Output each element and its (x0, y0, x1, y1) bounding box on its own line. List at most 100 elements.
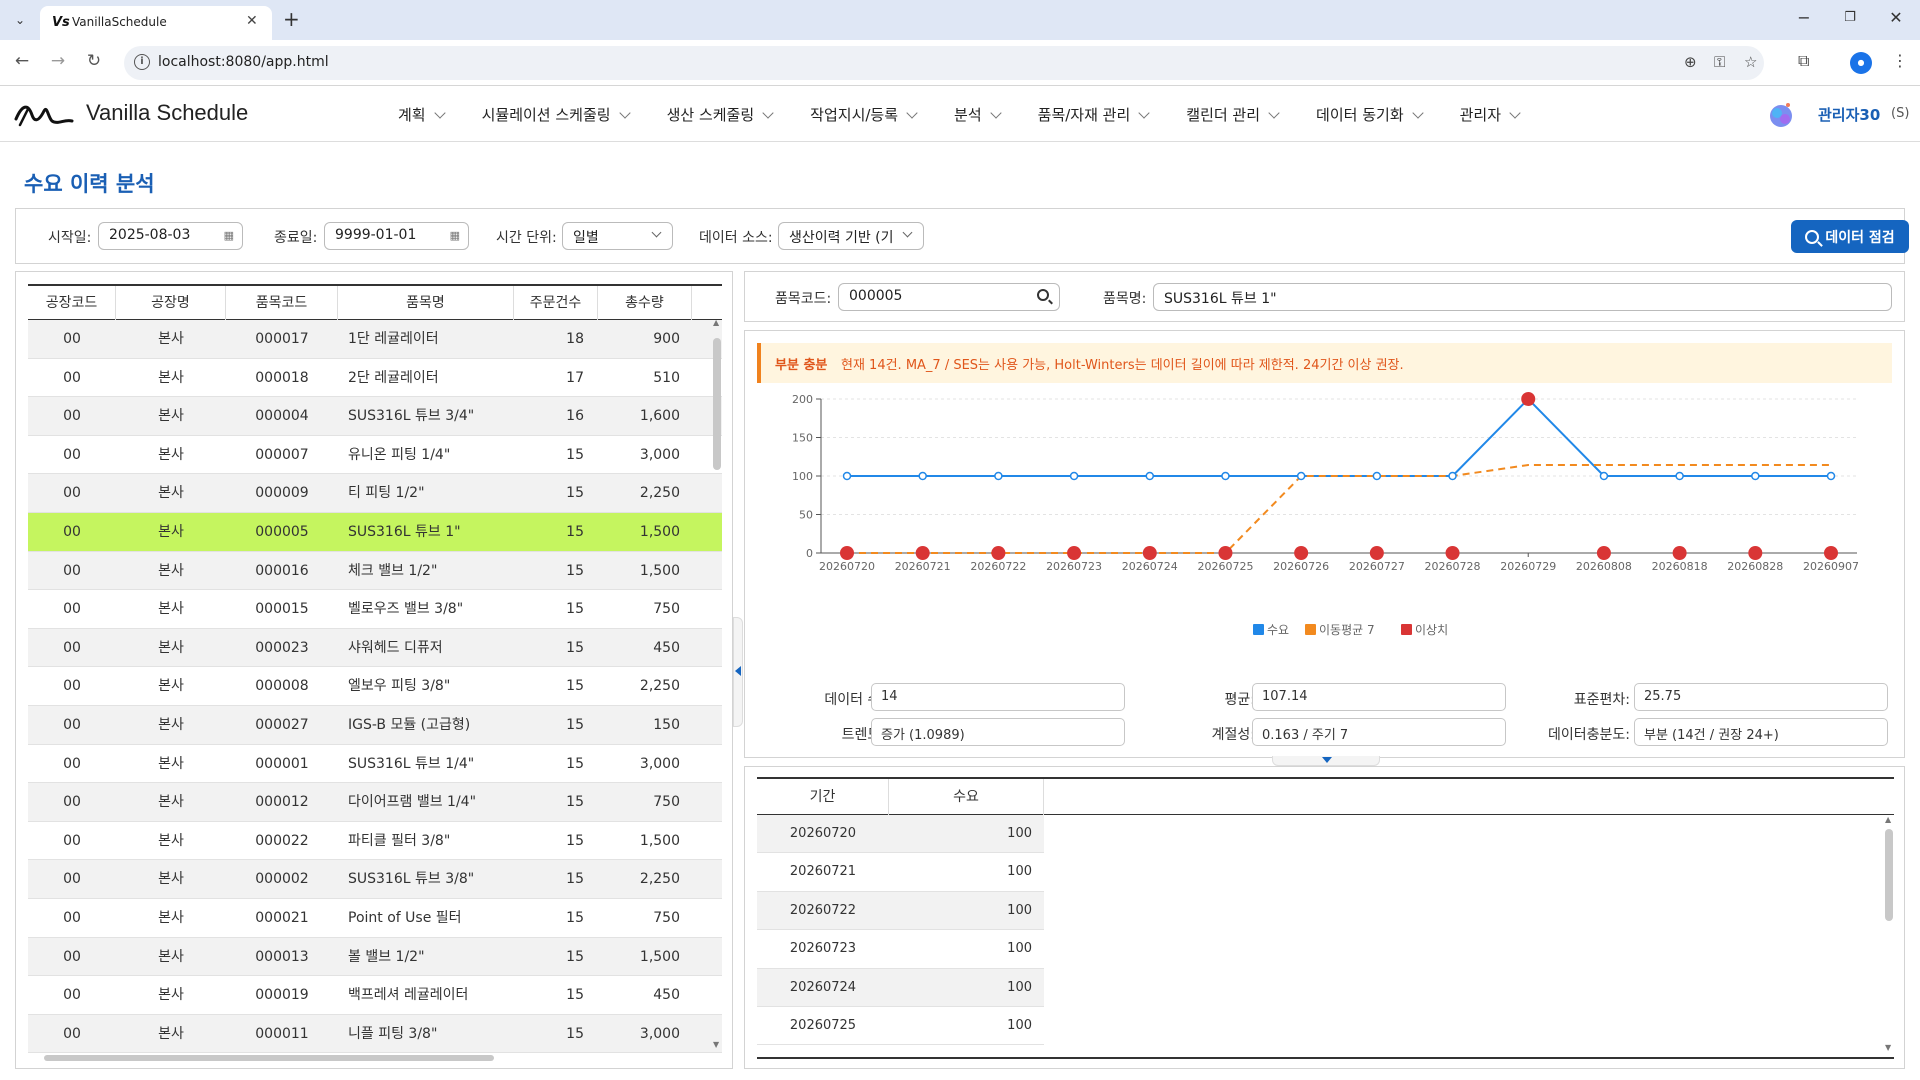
restore-icon[interactable]: ❐ (1838, 10, 1862, 25)
column-plant-code[interactable]: 공장코드 (28, 286, 116, 320)
scrollbar-thumb[interactable] (713, 338, 721, 470)
end-date-input[interactable]: 9999-01-01 ▦ (324, 222, 469, 250)
scroll-down-icon[interactable]: ▼ (713, 1040, 719, 1049)
column-item-code[interactable]: 품목코드 (226, 286, 338, 320)
start-date-input[interactable]: 2025-08-03 ▦ (98, 222, 243, 250)
cell-plant-code: 00 (63, 601, 81, 618)
scrollbar-thumb[interactable] (44, 1055, 494, 1061)
table-row[interactable]: 00 본사 000015 벨로우즈 밸브 3/8" 15 750 (28, 590, 722, 629)
minimize-icon[interactable]: − (1792, 8, 1816, 27)
table-row[interactable]: 00 본사 000002 SUS316L 튜브 3/8" 15 2,250 (28, 860, 722, 899)
cell-plant-name: 본사 (158, 755, 184, 772)
table-row[interactable]: 00 본사 000017 1단 레귤레이터 18 900 (28, 320, 722, 359)
password-key-icon[interactable]: ⚿ (1714, 53, 1725, 71)
menu-label: 분석 (954, 106, 982, 124)
table-row[interactable]: 00 본사 000013 볼 밸브 1/2" 15 1,500 (28, 937, 722, 977)
start-date-value: 2025-08-03 (109, 227, 191, 243)
table-row[interactable]: 00 본사 000008 엘보우 피팅 3/8" 15 2,250 (28, 667, 722, 706)
tab-search-chevron-icon[interactable]: ⌄ (8, 8, 32, 32)
item-grid-vertical-scrollbar[interactable]: ▲ ▼ (712, 318, 722, 1050)
zoom-icon[interactable]: ⊕ (1684, 53, 1697, 71)
table-row[interactable]: 00 본사 000005 SUS316L 튜브 1" 15 1,500 (28, 512, 722, 552)
menu-plan[interactable]: 계획 (398, 87, 465, 142)
calendar-icon[interactable]: ▦ (450, 229, 460, 242)
reload-icon[interactable]: ↻ (82, 51, 106, 71)
new-tab-plus-icon[interactable]: + (283, 8, 300, 30)
profile-avatar[interactable]: ● (1850, 52, 1872, 74)
table-row[interactable]: 00 본사 000023 샤워헤드 디퓨저 15 450 (28, 628, 722, 668)
demand-line-chart[interactable]: 0 50 100 150 200 20260720 20260721 20260722 2026… (745, 387, 1906, 657)
menu-items[interactable]: 품목/자재 관리 (1038, 87, 1170, 142)
site-info-icon[interactable]: i (134, 54, 150, 70)
column-order-count[interactable]: 주문건수 (514, 286, 598, 320)
scroll-up-icon[interactable]: ▲ (713, 318, 719, 327)
time-unit-select[interactable]: 일별 (562, 222, 673, 250)
table-row[interactable]: 00 본사 000007 유니온 피팅 1/4" 15 3,000 (28, 436, 722, 475)
table-row[interactable]: 00 본사 000019 백프레셔 레귤레이터 15 450 (28, 976, 722, 1015)
table-row[interactable]: 20260721 100 (757, 853, 1044, 892)
table-row[interactable]: 00 본사 000012 다이어프램 밸브 1/4" 15 750 (28, 783, 722, 822)
cell-total-qty: 2,250 (639, 678, 680, 695)
cell-plant-code: 00 (63, 408, 81, 425)
cell-item-code: 000013 (255, 948, 309, 965)
table-row[interactable]: 20260724 100 (757, 968, 1044, 1007)
data-check-button[interactable]: 데이터 점검 (1791, 220, 1909, 253)
cell-item-name: 니플 피팅 3/8" (348, 1025, 438, 1042)
demand-point (842, 471, 852, 481)
table-row[interactable]: 00 본사 000027 IGS-B 모듈 (고급형) 15 150 (28, 705, 722, 745)
menu-admin[interactable]: 관리자 (1460, 87, 1540, 142)
bookmark-star-icon[interactable]: ☆ (1744, 53, 1757, 71)
forward-arrow-icon[interactable]: → (46, 51, 70, 71)
demand-point (1069, 471, 1079, 481)
cell-item-name: IGS-B 모듈 (고급형) (348, 716, 471, 733)
scroll-down-icon[interactable]: ▼ (1885, 1043, 1891, 1052)
user-avatar-icon[interactable] (1766, 99, 1796, 129)
extensions-puzzle-icon[interactable]: ⧉ (1798, 51, 1809, 71)
column-demand[interactable]: 수요 (889, 779, 1044, 815)
item-name-field[interactable]: SUS316L 튜브 1" (1153, 283, 1892, 311)
omnibox[interactable]: i localhost:8080/app.html ⊕ ⚿ ☆ (124, 46, 1764, 80)
url-text[interactable]: localhost:8080/app.html (158, 54, 329, 70)
item-code-input[interactable]: 000005 (838, 283, 1060, 311)
menu-calendar[interactable]: 캘린더 관리 (1186, 87, 1299, 142)
menu-production[interactable]: 생산 스케줄링 (667, 87, 794, 142)
calendar-icon[interactable]: ▦ (224, 229, 234, 242)
column-plant-name[interactable]: 공장명 (116, 286, 226, 320)
data-source-select[interactable]: 생산이력 기반 (기 (778, 222, 924, 250)
table-row[interactable]: 20260725 100 (757, 1007, 1044, 1046)
table-row[interactable]: 20260722 100 (757, 891, 1044, 931)
table-row[interactable]: 00 본사 000016 체크 밸브 1/2" 15 1,500 (28, 551, 722, 591)
period-grid-vertical-scrollbar[interactable]: ▲ ▼ (1884, 815, 1894, 1055)
brand-name[interactable]: Vanilla Schedule (86, 100, 248, 126)
table-row[interactable]: 20260723 100 (757, 930, 1044, 969)
panel-resize-handle[interactable] (1272, 756, 1380, 766)
table-row[interactable]: 00 본사 000004 SUS316L 튜브 3/4" 16 1,600 (28, 397, 722, 436)
search-icon[interactable] (1037, 289, 1049, 301)
user-name[interactable]: 관리자30 (1818, 104, 1880, 125)
scroll-up-icon[interactable]: ▲ (1885, 815, 1891, 824)
cell-total-qty: 3,000 (639, 446, 680, 463)
menu-analysis[interactable]: 분석 (954, 87, 1021, 142)
table-row[interactable]: 00 본사 000001 SUS316L 튜브 1/4" 15 3,000 (28, 745, 722, 784)
table-row[interactable]: 00 본사 000011 니플 피팅 3/8" 15 3,000 (28, 1014, 722, 1054)
vanilla-logo-icon[interactable] (14, 97, 74, 131)
table-row[interactable]: 00 본사 000009 티 피팅 1/2" 15 2,250 (28, 474, 722, 513)
window-close-icon[interactable]: ✕ (1884, 8, 1908, 27)
menu-simulation[interactable]: 시뮬레이션 스케줄링 (482, 87, 650, 142)
scrollbar-thumb[interactable] (1885, 829, 1893, 921)
menu-workorder[interactable]: 작업지시/등록 (810, 87, 937, 142)
table-row[interactable]: 00 본사 000018 2단 레귤레이터 17 510 (28, 359, 722, 398)
back-arrow-icon[interactable]: ← (10, 51, 34, 71)
browser-tab[interactable]: Vs VanillaSchedule ✕ (40, 6, 272, 40)
menu-sync[interactable]: 데이터 동기화 (1316, 87, 1443, 142)
tab-close-icon[interactable]: ✕ (246, 13, 258, 29)
column-period[interactable]: 기간 (757, 779, 889, 815)
column-total-qty[interactable]: 총수량 (598, 286, 692, 320)
browser-menu-icon[interactable]: ⋮ (1892, 51, 1908, 70)
panel-collapse-handle[interactable] (733, 617, 743, 727)
table-row[interactable]: 00 본사 000021 Point of Use 필터 15 750 (28, 899, 722, 938)
item-grid-horizontal-scrollbar[interactable] (28, 1054, 722, 1062)
column-item-name[interactable]: 품목명 (338, 286, 514, 320)
table-row[interactable]: 00 본사 000022 파티클 필터 3/8" 15 1,500 (28, 822, 722, 861)
table-row[interactable]: 20260720 100 (757, 815, 1044, 854)
